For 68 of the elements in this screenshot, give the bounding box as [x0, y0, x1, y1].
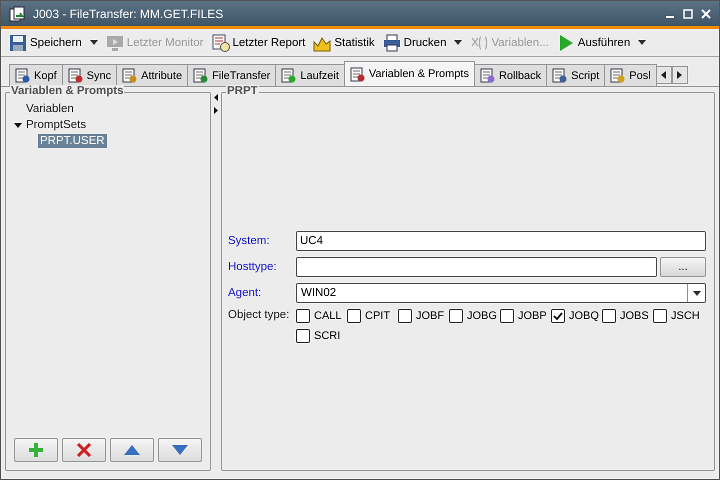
checkbox-label: JSCH — [671, 310, 700, 322]
monitor-icon — [106, 34, 124, 52]
scroll-right-button[interactable] — [672, 66, 688, 84]
toolbar-button[interactable]: Speichern — [9, 34, 82, 52]
checkbox-label: JOBP — [518, 310, 547, 322]
checkbox[interactable] — [296, 309, 310, 323]
tree-item[interactable]: Variablen — [24, 102, 76, 116]
input-field[interactable]: UC4 — [296, 231, 706, 251]
expand-right-icon[interactable] — [214, 107, 218, 114]
delete-button[interactable] — [62, 438, 106, 462]
tab[interactable]: Script — [546, 64, 606, 86]
checkbox-label: JOBS — [620, 310, 649, 322]
cross-icon — [77, 443, 91, 457]
checkbox[interactable] — [500, 309, 514, 323]
toolbar-button[interactable]: Drucken — [382, 34, 446, 52]
browse-button[interactable]: ... — [660, 257, 706, 277]
field-label: Hosttype: — [228, 261, 278, 273]
close-icon[interactable] — [701, 8, 711, 18]
checkbox-label: CPIT — [365, 310, 390, 322]
tab[interactable]: Sync — [62, 64, 118, 86]
add-button[interactable] — [14, 438, 58, 462]
tab[interactable]: Posl — [604, 64, 657, 86]
tree-item[interactable]: PRPT.USER — [38, 134, 107, 148]
checkbox-label: JOBQ — [569, 310, 599, 322]
checkbox[interactable] — [296, 329, 310, 343]
window-title: J003 - FileTransfer: MM.GET.FILES — [33, 6, 224, 20]
checkbox[interactable] — [398, 309, 412, 323]
tab[interactable]: Attribute — [116, 64, 188, 86]
panel-title: PRPT — [226, 85, 259, 97]
checkbox-label: CALL — [314, 310, 342, 322]
collapse-left-icon[interactable] — [214, 94, 218, 101]
checkbox[interactable] — [602, 309, 616, 323]
move-down-button[interactable] — [158, 438, 202, 462]
toolbar-button[interactable]: Letzter Report — [212, 34, 306, 52]
checkbox[interactable] — [653, 309, 667, 323]
caret-icon — [692, 290, 700, 296]
move-up-button[interactable] — [110, 438, 154, 462]
checkbox-label: JOBF — [416, 310, 444, 322]
tab[interactable]: FileTransfer — [187, 64, 276, 86]
field-label: System: — [228, 235, 271, 247]
toolbar-button[interactable]: Statistik — [313, 34, 375, 52]
report-clock-icon — [212, 34, 230, 52]
tab[interactable]: Rollback — [474, 64, 548, 86]
field-label: Agent: — [228, 287, 262, 299]
expanded-triangle-icon[interactable] — [14, 121, 22, 129]
down-triangle-icon — [172, 445, 188, 455]
scroll-left-button[interactable] — [656, 66, 672, 84]
left-arrow-icon — [661, 71, 666, 79]
right-arrow-icon — [677, 71, 682, 79]
printer-icon — [382, 34, 401, 52]
up-triangle-icon — [124, 445, 140, 455]
plus-icon — [29, 443, 43, 457]
checkbox[interactable] — [551, 309, 565, 323]
checkbox-label: JOBG — [467, 310, 497, 322]
tree-item[interactable]: PromptSets — [24, 118, 88, 132]
variables-icon — [470, 34, 488, 52]
input-field[interactable] — [296, 257, 657, 277]
dropdown[interactable]: WIN02 — [296, 283, 706, 303]
checkbox-label: SCRI — [314, 330, 340, 342]
toolbar-button[interactable]: Ausführen — [556, 34, 630, 52]
checkbox[interactable] — [347, 309, 361, 323]
maximize-icon[interactable] — [683, 8, 693, 18]
checkbox[interactable] — [449, 309, 463, 323]
tab[interactable]: Kopf — [9, 64, 63, 86]
panel-title: Variablen & Prompts — [10, 85, 124, 97]
tab[interactable]: Variablen & Prompts — [344, 61, 475, 86]
tab[interactable]: Laufzeit — [275, 64, 345, 86]
field-label: Object type: — [228, 309, 290, 321]
